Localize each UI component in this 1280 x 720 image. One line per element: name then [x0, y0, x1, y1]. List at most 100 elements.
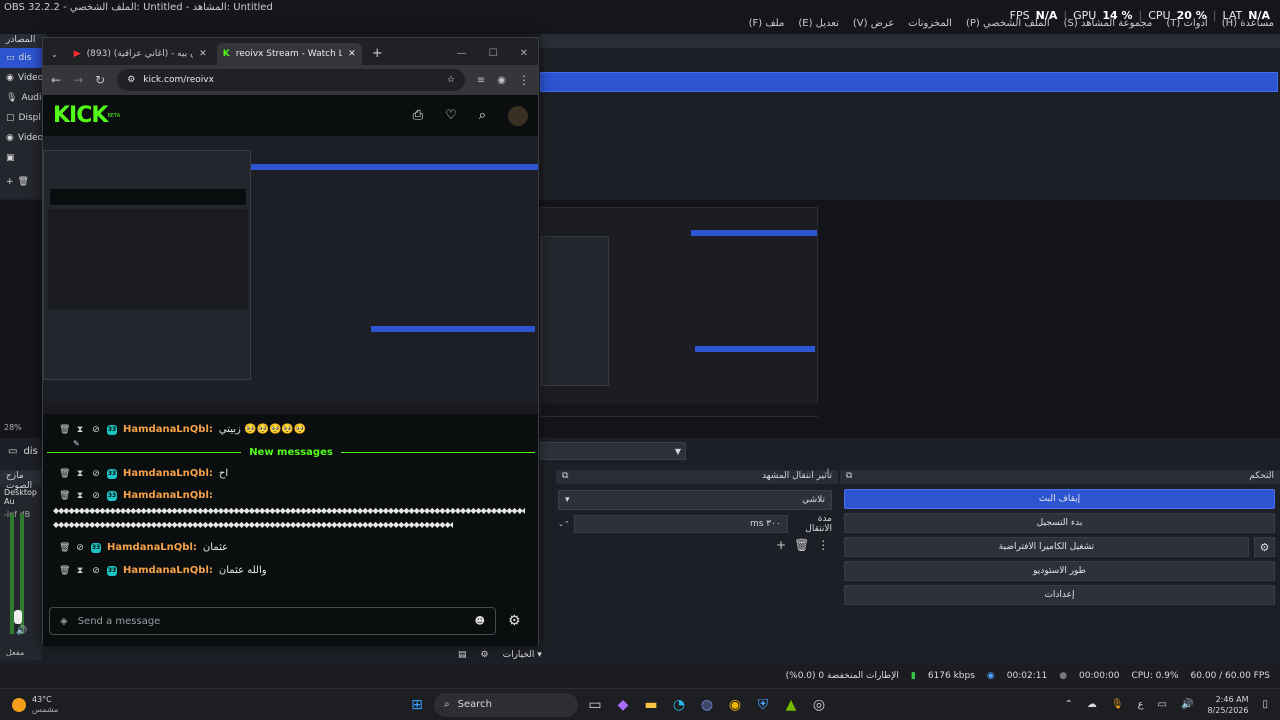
selected-scene[interactable]	[540, 72, 1278, 92]
weather-widget[interactable]: 43°C مشمس	[0, 695, 150, 715]
float-icon[interactable]: ⧉	[846, 471, 852, 483]
forward-icon[interactable]: →	[73, 73, 83, 87]
shield-icon[interactable]: ◈	[60, 616, 68, 627]
tab-search-icon[interactable]: ⌄	[51, 50, 58, 59]
menu-icon[interactable]: ⋮	[518, 73, 530, 87]
trash-icon[interactable]: 🗑	[59, 543, 70, 553]
monitor-icon[interactable]: ▭	[1158, 699, 1167, 710]
chat-username[interactable]: HamdanaLnQbl:	[123, 565, 213, 576]
menu-docks[interactable]: المخزونات	[908, 18, 952, 34]
edge-icon[interactable]: ◔	[668, 694, 690, 716]
menu-edit[interactable]: تعديل (E)	[798, 18, 839, 34]
gift-icon[interactable]: ⎙	[413, 108, 423, 123]
start-recording-button[interactable]: بدء التسجيل	[844, 513, 1275, 533]
float-icon[interactable]: ⧉	[562, 471, 568, 483]
close-window-icon[interactable]: ✕	[520, 48, 528, 59]
tab-youtube[interactable]: ▶ (893) زلين- تخون بيه - (أغاني عراقية) ✕	[68, 43, 213, 65]
trash-icon[interactable]: 🗑	[59, 425, 70, 435]
source-item-video-2[interactable]: ◉ Video	[0, 128, 46, 148]
chat-username[interactable]: HamdanaLnQbl:	[123, 490, 213, 501]
emoji-icon[interactable]: ☻	[475, 616, 485, 627]
timeout-icon[interactable]: ⧗	[75, 425, 85, 435]
chat-username[interactable]: HamdanaLnQbl:	[123, 468, 213, 479]
source-item-video[interactable]: ◉ Video	[0, 68, 46, 88]
trash-icon[interactable]: 🗑	[794, 538, 809, 554]
timeout-icon[interactable]: ⧗	[75, 469, 85, 479]
site-info-icon[interactable]: ⚙	[127, 75, 135, 85]
menu-view[interactable]: عرض (V)	[853, 18, 894, 34]
tab-kick[interactable]: Kreoivx Stream - Watch Live on Kick ✕	[216, 43, 362, 65]
close-icon[interactable]: ✕	[348, 49, 356, 59]
clock[interactable]: 2:46 AM 8/25/2026	[1207, 694, 1248, 716]
minimize-icon[interactable]: —	[457, 48, 467, 59]
scene-dropdown[interactable]: ▼	[540, 442, 686, 460]
stop-streaming-button[interactable]: إيقاف البث	[844, 489, 1275, 509]
trash-icon[interactable]: 🗑	[18, 177, 29, 187]
discord-icon[interactable]: ◍	[696, 694, 718, 716]
network-icon[interactable]: ☁	[1087, 699, 1097, 710]
virtual-camera-button[interactable]: تشغيل الكاميرا الافتراضية	[844, 537, 1249, 557]
settings-button[interactable]: إعدادات	[844, 585, 1275, 605]
source-item-display[interactable]: ▭ dis	[0, 48, 46, 68]
chrome-icon[interactable]: ◉	[724, 694, 746, 716]
kick-logo[interactable]: KICK	[53, 103, 108, 128]
shield-app-icon[interactable]: ⛨	[752, 694, 774, 716]
search-icon[interactable]: ⌕	[479, 108, 486, 123]
timeout-icon[interactable]: ⧗	[75, 491, 85, 501]
chat-settings-icon[interactable]: ⚙	[508, 613, 521, 629]
volume-icon[interactable]: 🔊	[1181, 699, 1193, 710]
ban-icon[interactable]: ⊘	[91, 491, 101, 501]
source-item-audio[interactable]: 🎙 Audio	[0, 88, 47, 108]
source-item-window[interactable]: ▣	[0, 148, 46, 168]
address-bar[interactable]: ⚙ kick.com/reoivx ☆	[117, 69, 465, 91]
trash-icon[interactable]: 🗑	[59, 566, 70, 576]
ban-icon[interactable]: ⊘	[91, 469, 101, 479]
more-icon[interactable]: ⋮	[817, 538, 829, 554]
input-language[interactable]: ع	[1138, 699, 1144, 710]
studio-mode-button[interactable]: طور الاستوديو	[844, 561, 1275, 581]
avatar[interactable]	[508, 105, 528, 126]
profile-icon[interactable]: ◉	[497, 75, 506, 86]
add-icon[interactable]: +	[776, 538, 786, 554]
obs-icon[interactable]: ◎	[808, 694, 830, 716]
ban-icon[interactable]: ⊘	[75, 543, 85, 553]
task-view-icon[interactable]: ▭	[584, 694, 606, 716]
ban-icon[interactable]: ⊘	[91, 425, 101, 435]
source-item-display-2[interactable]: ▢ Displ	[0, 108, 46, 128]
apps-icon[interactable]: ◆	[612, 694, 634, 716]
star-icon[interactable]: ☆	[447, 75, 455, 85]
scene-row[interactable]: ▭ dis	[0, 440, 46, 462]
close-icon[interactable]: ✕	[199, 49, 207, 59]
trash-icon[interactable]: 🗑	[59, 469, 70, 479]
timeout-icon[interactable]: ⧗	[75, 566, 85, 576]
taskbar-search[interactable]: ⌕ Search	[434, 692, 578, 717]
stepper-icon[interactable]: ⌃⌄	[558, 520, 570, 528]
chat-username[interactable]: HamdanaLnQbl:	[123, 424, 213, 435]
options-dropdown[interactable]: الخيارات ▾	[503, 650, 542, 660]
stream-player[interactable]	[43, 136, 538, 414]
mic-icon[interactable]: 🎙	[1111, 699, 1124, 710]
duration-input[interactable]: ٣٠٠ ms	[573, 515, 788, 533]
chat-input[interactable]: ◈ Send a message ☻	[49, 607, 496, 635]
ban-icon[interactable]: ⊘	[91, 566, 101, 576]
volume-slider[interactable]	[14, 610, 22, 624]
transition-select[interactable]: تلاشي ▾	[558, 490, 832, 510]
tray-chevron-icon[interactable]: ⌃	[1064, 699, 1072, 710]
menu-file[interactable]: ملف (F)	[749, 18, 785, 34]
chat-username[interactable]: HamdanaLnQbl:	[107, 542, 197, 553]
layout-icon[interactable]: ▤	[458, 650, 467, 660]
gear-icon[interactable]: ⚙	[1254, 537, 1275, 557]
back-icon[interactable]: ←	[51, 73, 61, 87]
speaker-icon[interactable]: 🔊	[16, 626, 27, 636]
nvidia-icon[interactable]: ▲	[780, 694, 802, 716]
windows-start-icon[interactable]: ⊞	[406, 694, 428, 716]
heart-icon[interactable]: ♡	[445, 108, 457, 123]
add-icon[interactable]: +	[6, 177, 14, 187]
file-explorer-icon[interactable]: ▬	[640, 694, 662, 716]
gear-icon[interactable]: ⚙	[481, 650, 489, 660]
reload-icon[interactable]: ↻	[95, 73, 105, 87]
new-tab-icon[interactable]: +	[372, 46, 383, 61]
notification-icon[interactable]: ▯	[1262, 699, 1268, 710]
maximize-icon[interactable]: ☐	[489, 48, 498, 59]
trash-icon[interactable]: 🗑	[59, 491, 70, 501]
